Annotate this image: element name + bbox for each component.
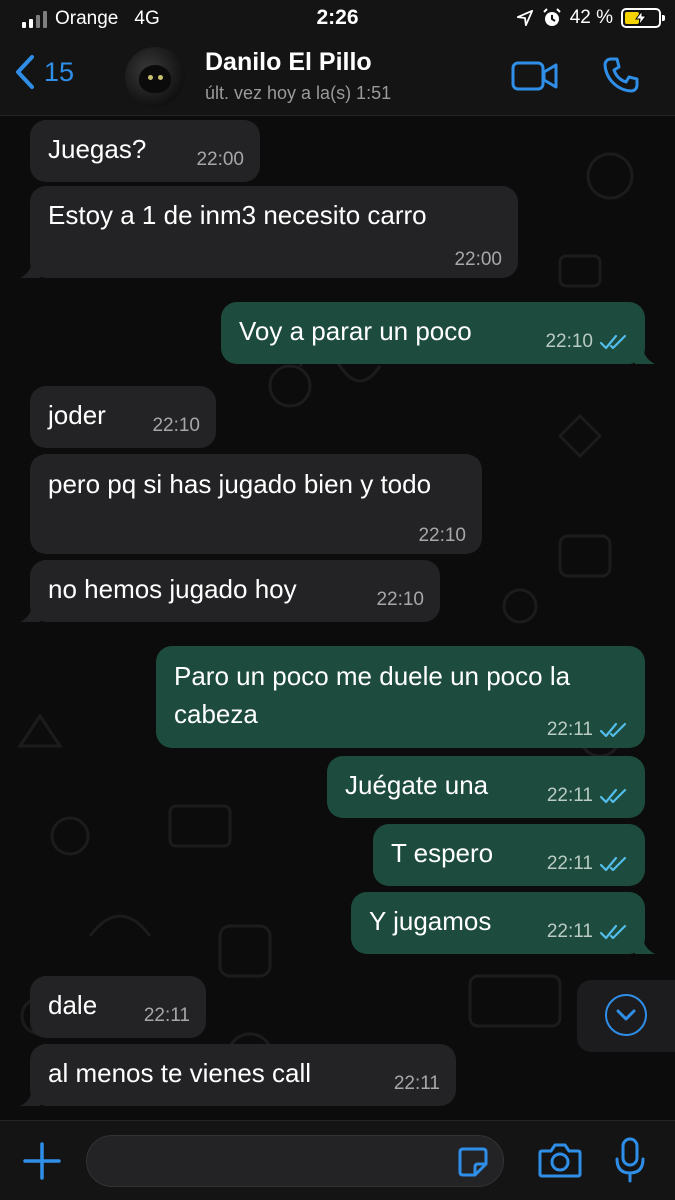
- read-receipt-icon: [599, 924, 627, 940]
- message-text: no hemos jugado hoy: [48, 574, 297, 604]
- bubble-tail: [20, 1088, 40, 1106]
- message-input[interactable]: [86, 1135, 504, 1187]
- battery-icon: [621, 8, 665, 28]
- message-text: pero pq si has jugado bien y todo: [48, 469, 432, 499]
- contact-name[interactable]: Danilo El Pillo: [205, 48, 372, 77]
- status-right: 42 %: [516, 7, 665, 29]
- read-receipt-icon: [599, 334, 627, 350]
- bubble-tail: [20, 604, 40, 622]
- read-receipt-icon: [599, 722, 627, 738]
- input-bar: [0, 1120, 675, 1200]
- video-call-button[interactable]: [511, 60, 559, 97]
- bubble-tail: [20, 260, 40, 278]
- message-bubble-outgoing[interactable]: Voy a parar un poco 22:10: [221, 302, 655, 364]
- last-seen: últ. vez hoy a la(s) 1:51: [205, 83, 392, 103]
- message-time: 22:11: [546, 853, 593, 874]
- alarm-icon: [542, 8, 561, 26]
- microphone-icon: [615, 1137, 645, 1183]
- attach-button[interactable]: [22, 1141, 62, 1186]
- read-receipt-icon: [599, 788, 627, 804]
- message-time: 22:00: [196, 149, 244, 170]
- message-bubble-outgoing[interactable]: T espero 22:11: [373, 824, 645, 886]
- video-call-icon: [511, 61, 558, 91]
- sticker-button[interactable]: [457, 1146, 489, 1183]
- voice-message-button[interactable]: [614, 1137, 646, 1188]
- message-bubble-outgoing[interactable]: Paro un poco me duele un poco la cabeza …: [156, 646, 645, 748]
- chat-header: 15 Danilo El Pillo últ. vez hoy a la(s) …: [0, 40, 675, 116]
- message-text: Estoy a 1 de inm3 necesito carro: [48, 200, 427, 230]
- message-bubble-incoming[interactable]: pero pq si has jugado bien y todo 22:10: [30, 454, 482, 554]
- message-time: 22:11: [546, 921, 593, 942]
- message-bubble-incoming[interactable]: al menos te vienes call 22:11: [20, 1044, 456, 1106]
- message-bubble-incoming[interactable]: Estoy a 1 de inm3 necesito carro 22:00: [20, 186, 518, 278]
- location-arrow-icon: [516, 9, 533, 27]
- sticker-icon: [458, 1147, 488, 1177]
- chat-area[interactable]: Juegas? 22:00 Estoy a 1 de inm3 necesito…: [0, 116, 675, 1120]
- camera-icon: [538, 1143, 582, 1178]
- message-bubble-outgoing[interactable]: Y jugamos 22:11: [351, 892, 655, 954]
- message-bubble-incoming[interactable]: joder 22:10: [30, 386, 216, 448]
- message-time: 22:10: [418, 525, 466, 546]
- message-time: 22:10: [152, 415, 200, 436]
- phone-icon: [603, 57, 639, 93]
- read-receipt-icon: [599, 856, 627, 872]
- message-bubble-outgoing[interactable]: Juégate una 22:11: [327, 756, 645, 818]
- message-time: 22:11: [546, 785, 593, 806]
- message-time: 22:10: [376, 589, 424, 610]
- back-button[interactable]: 15: [14, 54, 74, 90]
- message-text: al menos te vienes call: [48, 1058, 312, 1088]
- chevron-left-icon: [16, 55, 34, 89]
- plus-icon: [23, 1142, 61, 1180]
- camera-button[interactable]: [538, 1141, 582, 1184]
- phone-call-button[interactable]: [602, 56, 640, 99]
- avatar[interactable]: [125, 47, 185, 107]
- battery-percent: 42 %: [569, 7, 613, 28]
- bubble-tail: [635, 936, 655, 954]
- message-time: 22:11: [546, 719, 593, 740]
- message-time: 22:10: [545, 331, 593, 352]
- status-bar: Orange 4G 2:26 42 %: [0, 0, 675, 40]
- message-bubble-incoming[interactable]: dale 22:11: [30, 976, 206, 1038]
- scroll-to-bottom-button[interactable]: [577, 980, 675, 1052]
- message-bubble-incoming[interactable]: no hemos jugado hoy 22:10: [20, 560, 440, 622]
- message-time: 22:11: [393, 1073, 440, 1094]
- chevron-down-icon: [605, 994, 647, 1036]
- message-time: 22:11: [143, 1005, 190, 1026]
- message-bubble-incoming[interactable]: Juegas? 22:00: [30, 120, 260, 182]
- message-time: 22:00: [454, 249, 502, 270]
- unread-count: 15: [44, 56, 75, 87]
- bubble-tail: [635, 346, 655, 364]
